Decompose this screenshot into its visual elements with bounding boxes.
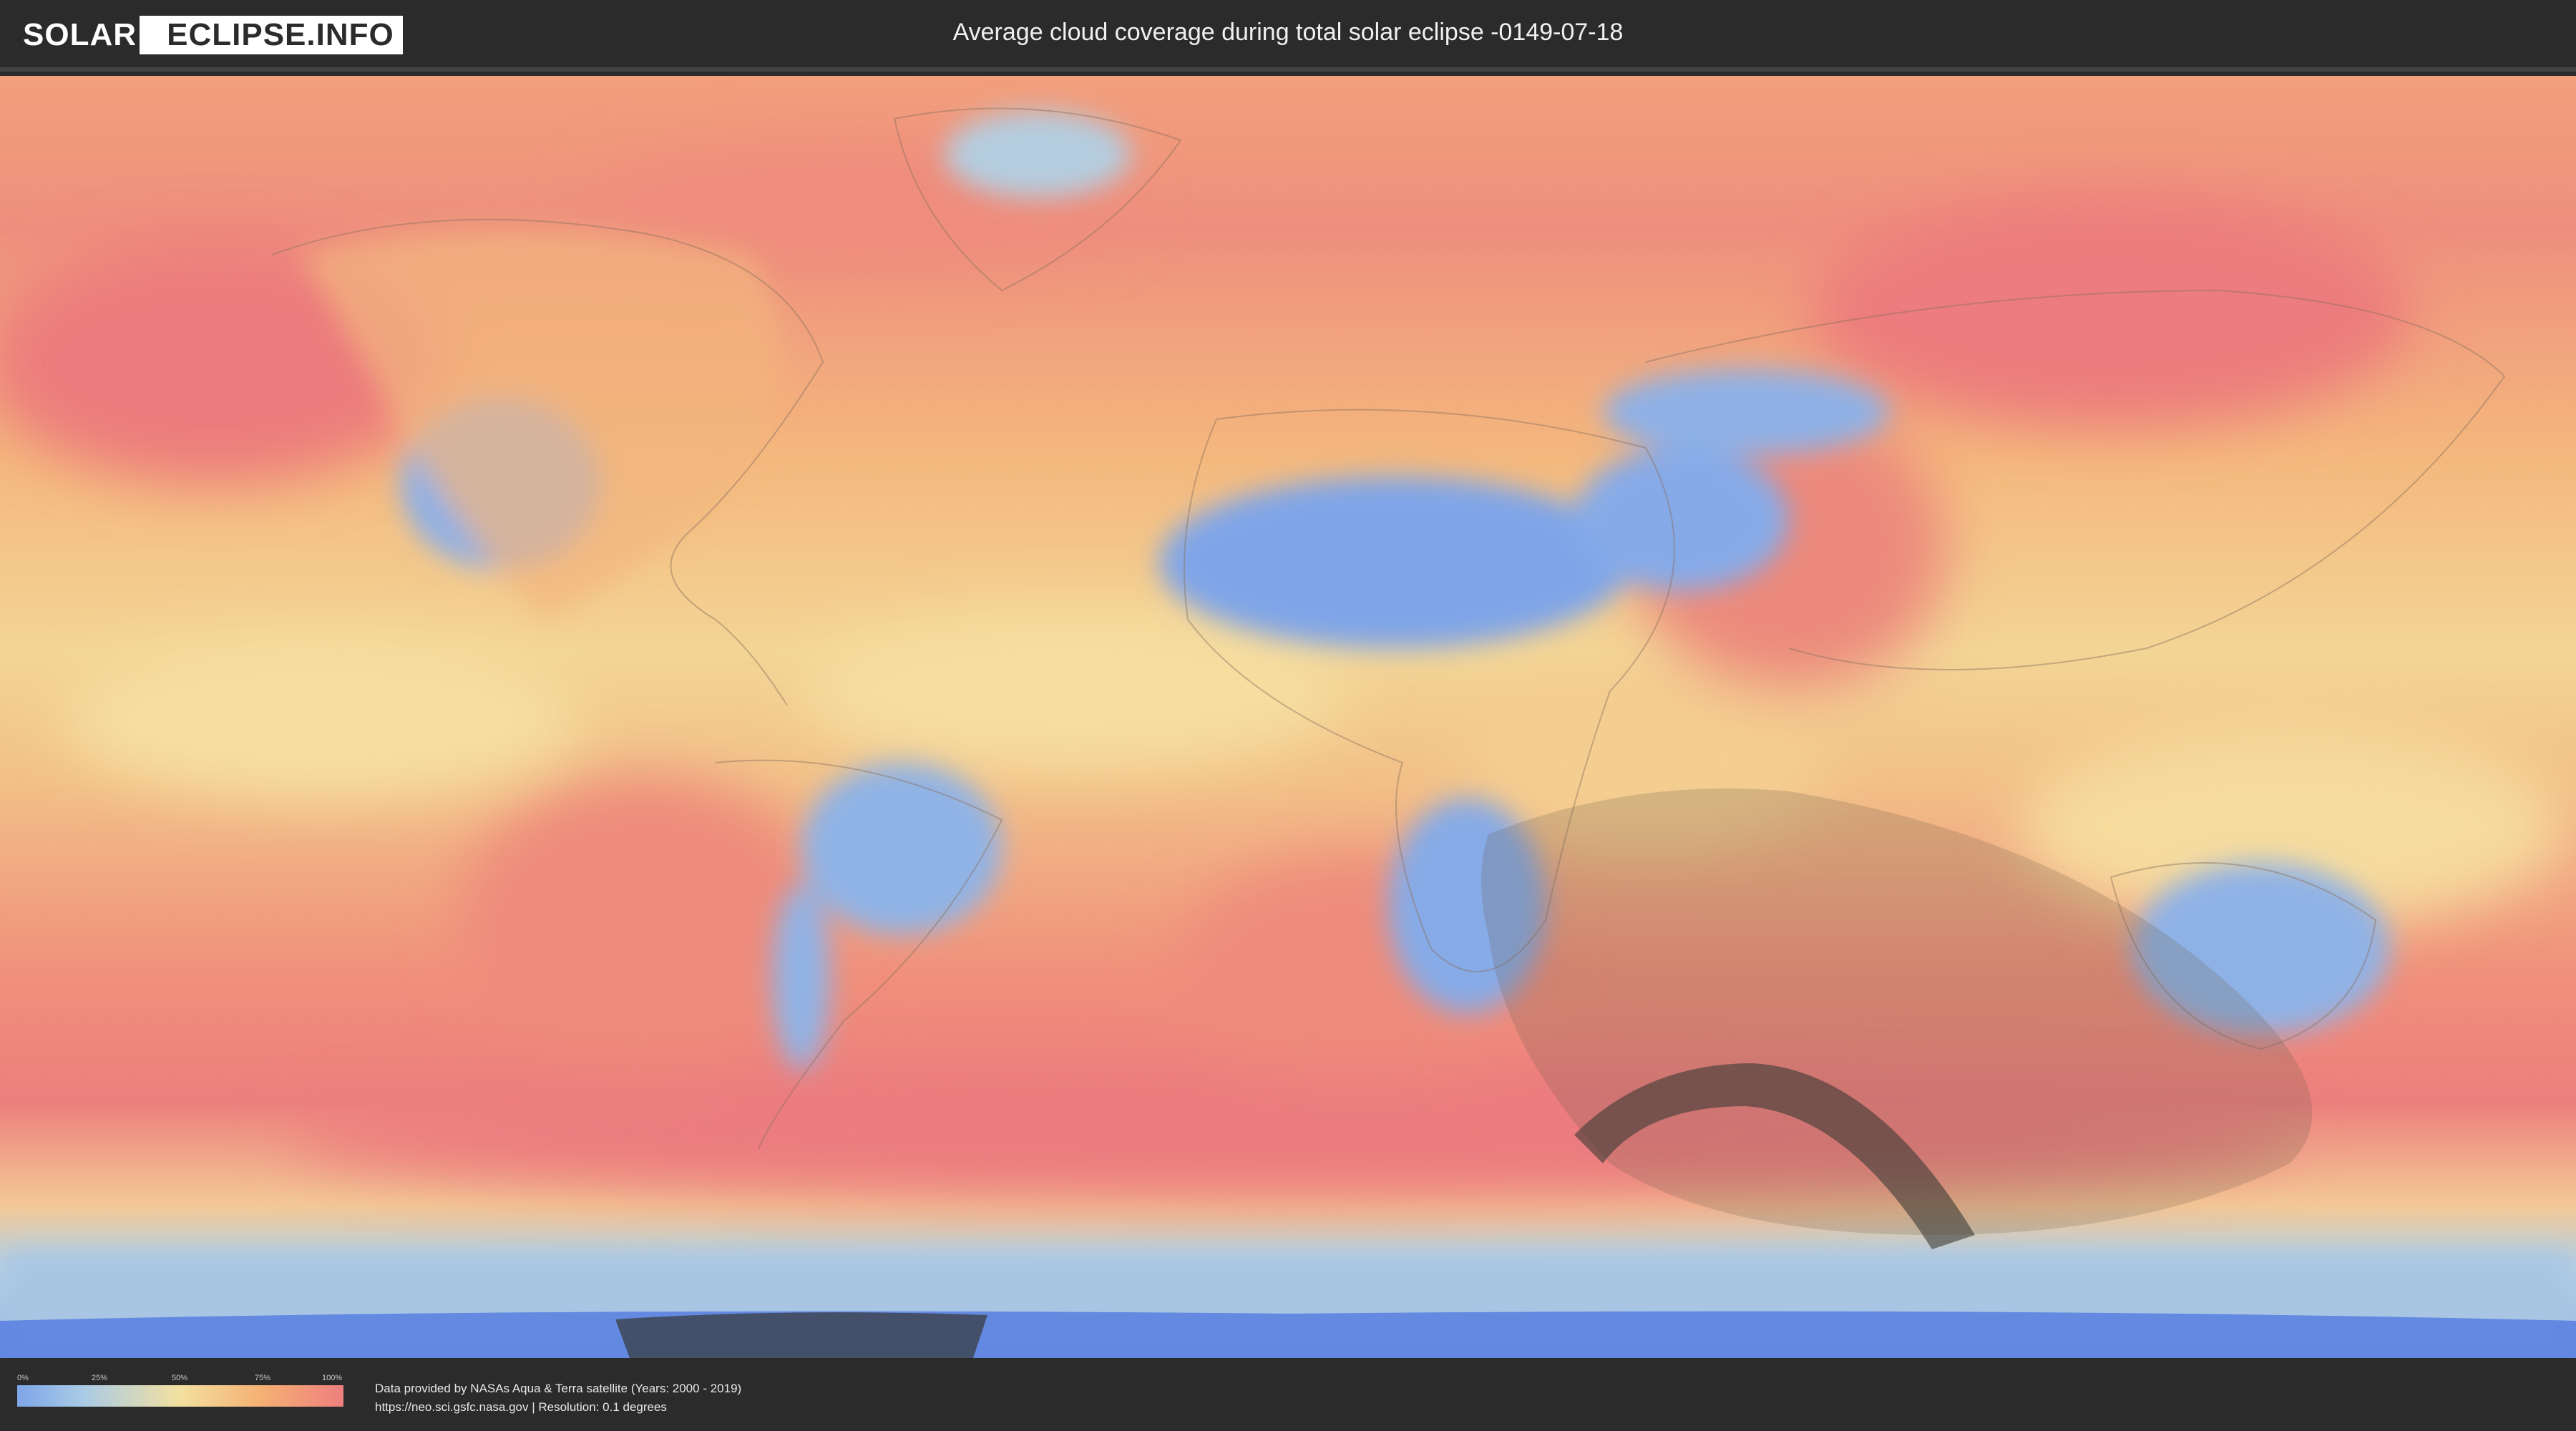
legend-tick-100: 100% bbox=[322, 1374, 343, 1382]
legend-tick-75: 75% bbox=[255, 1374, 271, 1382]
legend-tick-25: 25% bbox=[92, 1374, 108, 1382]
header-bar: SOLAR ✦ ECLIPSE.INFO Average cloud cover… bbox=[0, 0, 2576, 72]
legend-tick-50: 50% bbox=[172, 1374, 188, 1382]
world-map-svg bbox=[0, 76, 2576, 1358]
credits-line-source: Data provided by NASAs Aqua & Terra sate… bbox=[375, 1382, 742, 1395]
cloud-coverage-map[interactable] bbox=[0, 76, 2576, 1358]
credits-line-url[interactable]: https://neo.sci.gsfc.nasa.gov | Resoluti… bbox=[375, 1398, 741, 1417]
antarctic-ice bbox=[0, 1311, 2576, 1358]
footer-bar: 0% 25% 50% 75% 100% Data provided by NAS… bbox=[0, 1358, 2576, 1431]
antarctic-shadow-band bbox=[615, 1312, 987, 1358]
cloud-coverage-legend: 0% 25% 50% 75% 100% bbox=[17, 1374, 343, 1407]
page-title: Average cloud coverage during total sola… bbox=[952, 19, 1624, 46]
legend-ticks: 0% 25% 50% 75% 100% bbox=[17, 1374, 343, 1385]
legend-tick-0: 0% bbox=[17, 1374, 29, 1382]
data-credits: Data provided by NASAs Aqua & Terra sate… bbox=[375, 1379, 741, 1417]
legend-color-bar bbox=[17, 1385, 343, 1407]
